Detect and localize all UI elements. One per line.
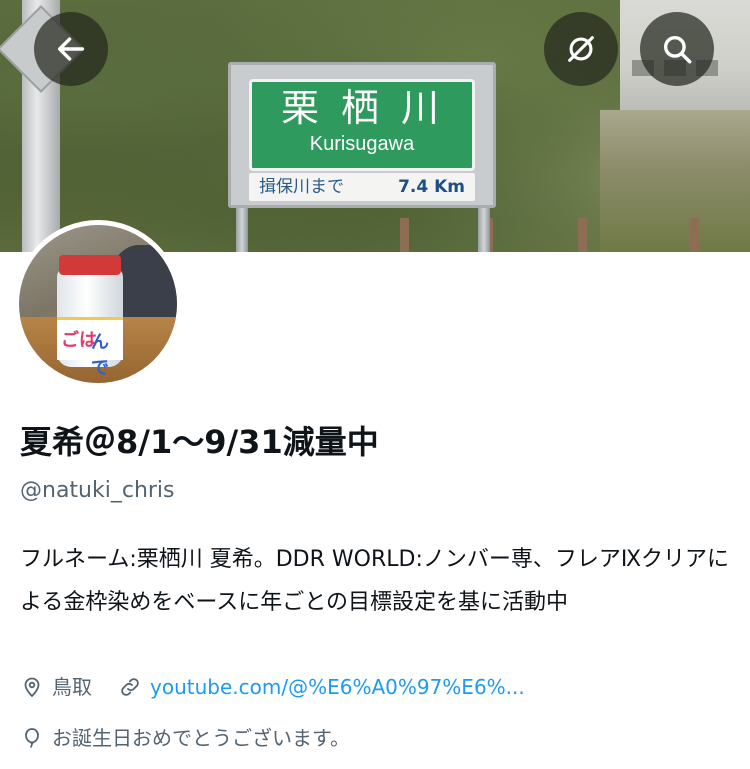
back-button[interactable] xyxy=(34,12,108,86)
profile-bio: フルネーム:栗栖川 夏希。DDR WORLD:ノンバー専、フレアⅨクリアによる金… xyxy=(20,547,730,615)
road-sign-kanji: 栗栖川 xyxy=(280,86,461,130)
road-sign-plate: 栗栖川 Kurisugawa xyxy=(249,79,475,171)
location-pin-icon xyxy=(24,677,40,697)
user-handle: @natuki_chris xyxy=(20,478,175,503)
unmute-button[interactable] xyxy=(544,12,618,86)
location-text: 鳥取 xyxy=(52,675,92,699)
back-arrow-icon xyxy=(57,37,85,61)
balloon-icon xyxy=(25,728,39,748)
road-sign: 栗栖川 Kurisugawa 揖保川まで 7.4 Km xyxy=(228,62,496,208)
avatar-photo: ごは んで xyxy=(19,225,177,383)
fence-post xyxy=(400,218,409,252)
search-button[interactable] xyxy=(640,12,714,86)
avatar-jar-label-text: んで xyxy=(91,332,109,379)
background-field xyxy=(600,110,750,252)
fence-post xyxy=(690,218,699,252)
avatar-jar-lid xyxy=(59,255,121,275)
road-sign-distance-plate: 揖保川まで 7.4 Km xyxy=(249,173,475,201)
profile-meta-row: 鳥取 youtube.com/@%E6%A0%97%E6%... xyxy=(20,673,525,701)
road-sign-romaji: Kurisugawa xyxy=(309,133,415,155)
display-name: 夏希＠8/1〜9/31減量中 xyxy=(20,423,379,461)
avatar-jar-label: ごは んで xyxy=(57,317,123,379)
avatar[interactable]: ごは んで xyxy=(14,220,182,388)
link-icon xyxy=(121,678,139,696)
header-banner[interactable]: 栗栖川 Kurisugawa 揖保川まで 7.4 Km xyxy=(0,0,750,252)
birthday-row: お誕生日おめでとうございます。 xyxy=(20,724,350,752)
road-sign-route: 揖保川まで xyxy=(259,177,344,197)
road-sign-distance: 7.4 Km xyxy=(398,177,465,197)
website-link[interactable]: youtube.com/@%E6%A0%97%E6%... xyxy=(150,673,525,701)
search-icon xyxy=(663,35,692,64)
fence-post xyxy=(578,218,587,252)
unmute-icon xyxy=(568,36,594,62)
birthday-message: お誕生日おめでとうございます。 xyxy=(52,726,350,750)
